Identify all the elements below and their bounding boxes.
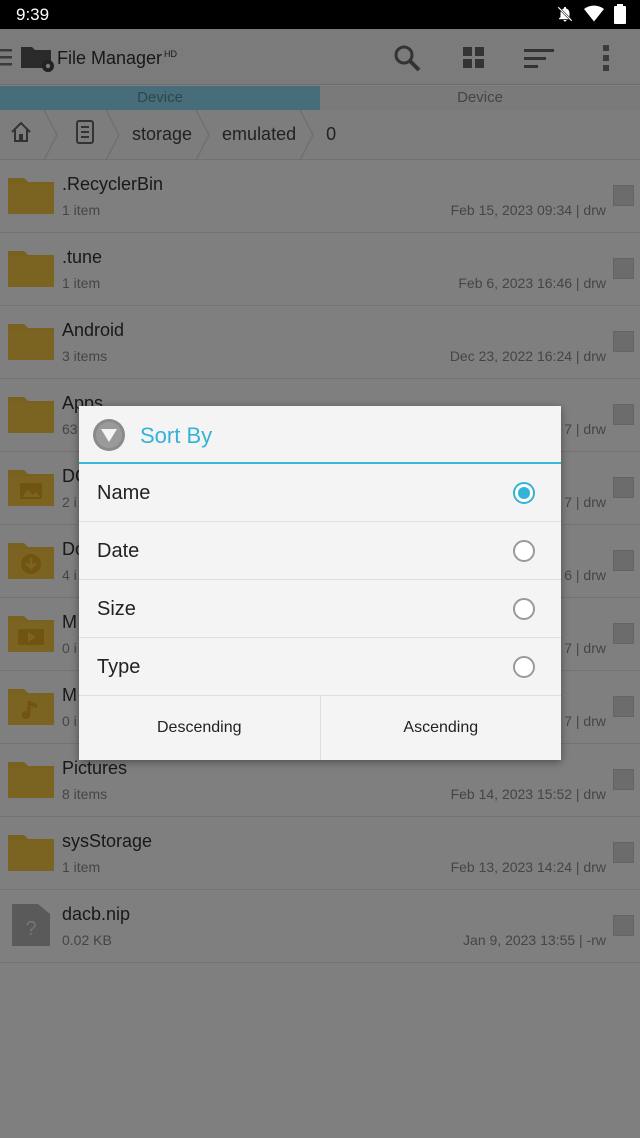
notifications-off-icon	[556, 5, 574, 28]
descending-button[interactable]: Descending	[79, 696, 320, 760]
status-time: 9:39	[16, 5, 50, 24]
radio-button[interactable]	[513, 598, 535, 620]
sort-option-size[interactable]: Size	[79, 580, 561, 638]
sort-dialog: Sort By Name Date Size Type Descending A…	[79, 406, 561, 760]
dialog-header: Sort By	[79, 406, 561, 464]
radio-button-selected[interactable]	[513, 482, 535, 504]
sort-option-type[interactable]: Type	[79, 638, 561, 696]
ascending-button[interactable]: Ascending	[319, 696, 562, 760]
radio-button[interactable]	[513, 540, 535, 562]
battery-icon	[614, 4, 626, 29]
sort-option-name[interactable]: Name	[79, 464, 561, 522]
wifi-icon	[584, 5, 604, 28]
radio-button[interactable]	[513, 656, 535, 678]
dialog-title: Sort By	[140, 423, 213, 448]
status-bar: 9:39	[0, 0, 640, 29]
sort-option-date[interactable]: Date	[79, 522, 561, 580]
dialog-buttons: Descending Ascending	[79, 696, 561, 760]
sort-funnel-icon	[92, 418, 126, 457]
